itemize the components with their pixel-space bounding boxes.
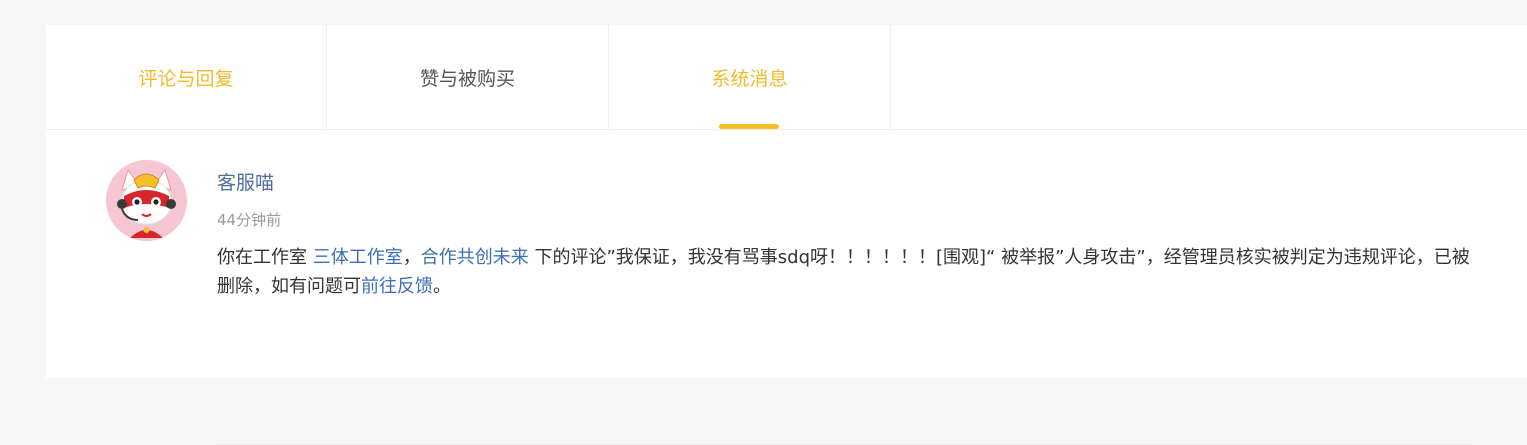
message-content: 你在工作室 三体工作室，合作共创未来 下的评论”我保证，我没有骂事sdq呀！！！… bbox=[217, 243, 1473, 301]
tab-comments-replies[interactable]: 评论与回复 bbox=[46, 25, 327, 129]
tab-system-messages[interactable]: 系统消息 bbox=[609, 25, 891, 129]
tab-likes-purchases[interactable]: 赞与被购买 bbox=[327, 25, 609, 129]
message-comma: ， bbox=[402, 247, 421, 268]
cat-mascot-avatar[interactable] bbox=[106, 160, 187, 241]
message-tabs: 评论与回复 赞与被购买 系统消息 bbox=[46, 25, 1527, 130]
message-text-prefix: 你在工作室 bbox=[217, 247, 313, 268]
message-text-end: 。 bbox=[433, 276, 451, 297]
message-panel: 评论与回复 赞与被购买 系统消息 客服喵 44分钟前 你在工作室 三体工作室，合… bbox=[46, 25, 1527, 445]
sender-name-link[interactable]: 客服喵 bbox=[217, 168, 274, 195]
project-link[interactable]: 合作共创未来 bbox=[421, 247, 529, 268]
feedback-link[interactable]: 前往反馈 bbox=[361, 276, 433, 297]
studio-link[interactable]: 三体工作室 bbox=[313, 247, 403, 268]
message-timestamp: 44分钟前 bbox=[217, 211, 282, 229]
